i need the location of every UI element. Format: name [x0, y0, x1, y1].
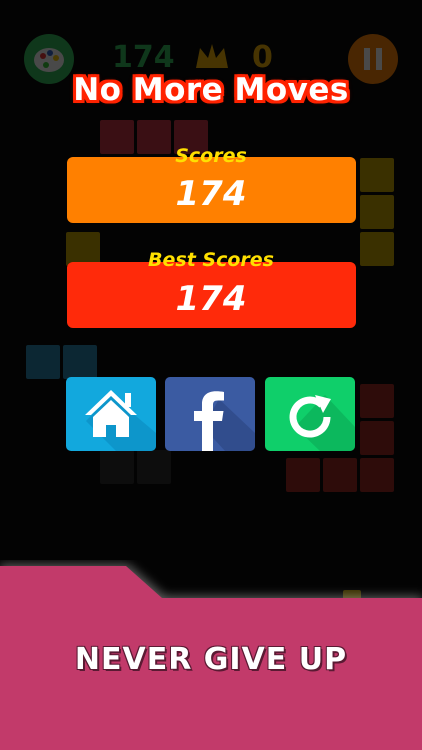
- game-over-title: No More Moves: [0, 72, 422, 108]
- crown-icon: [194, 40, 230, 70]
- restart-button[interactable]: [265, 377, 355, 451]
- best-score-value: 174: [175, 279, 247, 319]
- home-button[interactable]: [66, 377, 156, 451]
- facebook-button[interactable]: [165, 377, 255, 451]
- board-cell: [100, 450, 134, 484]
- board-cell: [360, 458, 394, 492]
- board-cell: [63, 345, 97, 379]
- score-label: Scores: [175, 145, 247, 167]
- board-cell: [137, 450, 171, 484]
- board-cell: [323, 458, 357, 492]
- board-cell: [360, 384, 394, 418]
- best-score-hud: 0: [252, 40, 273, 75]
- current-score-hud: 174: [112, 40, 175, 75]
- best-score-label: Best Scores: [148, 249, 274, 271]
- title-text: No More Moves: [73, 72, 349, 108]
- board-cell: [26, 345, 60, 379]
- never-give-up-text: NEVER GIVE UP: [74, 642, 348, 677]
- score-value: 174: [175, 174, 247, 214]
- game-screen: 174 0 No More Moves Scores 174 Best Scor…: [0, 0, 422, 750]
- board-cell: [360, 421, 394, 455]
- board-cell: [286, 458, 320, 492]
